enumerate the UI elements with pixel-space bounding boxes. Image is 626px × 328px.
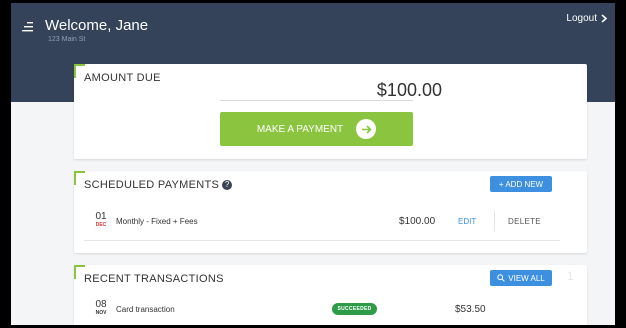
payment-amount: $100.00 bbox=[399, 216, 436, 227]
add-new-label: + ADD NEW bbox=[498, 179, 544, 189]
divider bbox=[220, 100, 413, 101]
app-frame: Welcome, Jane 123 Main St Logout AMOUNT … bbox=[11, 3, 615, 325]
delete-link[interactable]: DELETE bbox=[508, 217, 541, 226]
add-new-button[interactable]: + ADD NEW bbox=[490, 176, 552, 192]
address-subtitle: 123 Main St bbox=[48, 36, 86, 43]
row-divider bbox=[84, 240, 560, 241]
view-all-button[interactable]: VIEW ALL bbox=[490, 270, 552, 286]
logout-link[interactable]: Logout bbox=[566, 13, 607, 24]
date-day: 08 bbox=[95, 299, 107, 310]
transaction-description: Card transaction bbox=[116, 305, 175, 314]
recent-transactions-title: RECENT TRANSACTIONS bbox=[84, 273, 224, 285]
date-month: DEC bbox=[95, 222, 107, 228]
search-icon bbox=[497, 274, 506, 282]
card-accent bbox=[74, 265, 76, 279]
scheduled-payments-card: SCHEDULED PAYMENTS? + ADD NEW 01 DEC Mon… bbox=[74, 171, 587, 253]
view-all-label: VIEW ALL bbox=[508, 273, 545, 283]
card-accent bbox=[74, 171, 76, 185]
amount-due-value: $100.00 bbox=[376, 80, 442, 100]
payment-description: Monthly - Fixed + Fees bbox=[116, 217, 198, 226]
payment-date: 01 DEC bbox=[94, 211, 108, 229]
help-icon[interactable]: ? bbox=[222, 180, 233, 190]
scheduled-payments-label: SCHEDULED PAYMENTS bbox=[84, 179, 220, 191]
card-accent bbox=[74, 64, 76, 78]
status-badge: SUCCEEDED bbox=[332, 303, 377, 315]
chevron-right-icon bbox=[601, 14, 607, 23]
menu-icon[interactable] bbox=[21, 20, 35, 34]
make-payment-label: MAKE A PAYMENT bbox=[256, 123, 344, 135]
page-title: Welcome, Jane bbox=[45, 17, 149, 34]
divider bbox=[494, 211, 495, 231]
make-payment-button[interactable]: MAKE A PAYMENT bbox=[220, 112, 413, 146]
date-month: NOV bbox=[95, 310, 107, 316]
date-day: 01 bbox=[95, 211, 107, 222]
scheduled-payments-title: SCHEDULED PAYMENTS? bbox=[84, 179, 233, 191]
transaction-date: 08 NOV bbox=[94, 299, 108, 317]
amount-due-card: AMOUNT DUE $100.00 MAKE A PAYMENT bbox=[74, 64, 587, 159]
arrow-right-icon bbox=[356, 119, 377, 139]
transaction-amount: $53.50 bbox=[455, 304, 486, 315]
recent-transactions-card: RECENT TRANSACTIONS VIEW ALL 08 NOV Card… bbox=[74, 265, 587, 325]
logout-label: Logout bbox=[566, 13, 597, 24]
edit-link[interactable]: EDIT bbox=[458, 217, 476, 226]
amount-due-title: AMOUNT DUE bbox=[84, 72, 161, 84]
side-mark: 1 bbox=[567, 269, 574, 283]
